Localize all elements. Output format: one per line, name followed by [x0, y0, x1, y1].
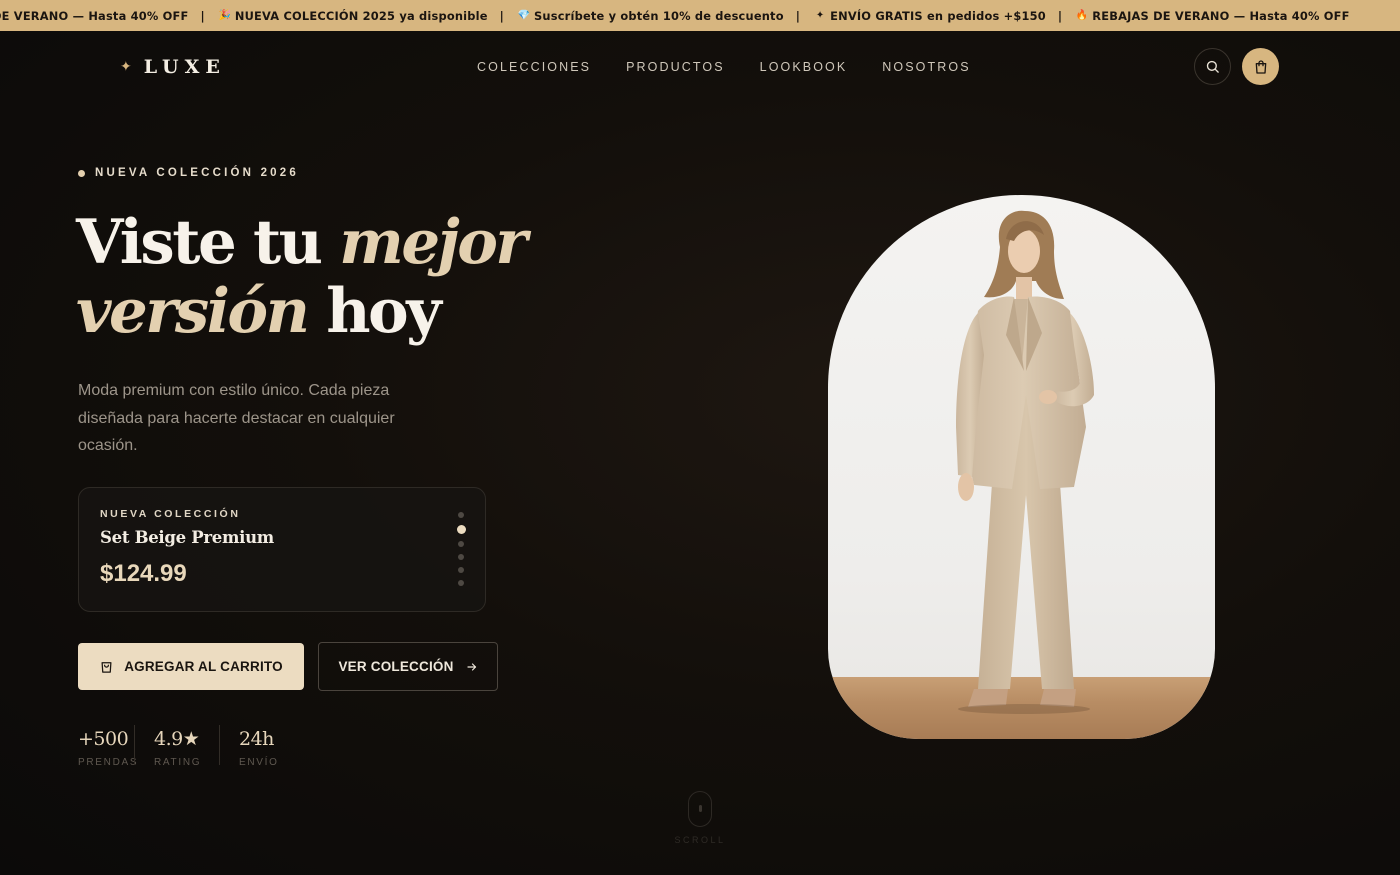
slide-dot-active[interactable]	[456, 525, 466, 534]
fire-icon: 🔥	[1075, 10, 1089, 21]
ticker-separator: |	[200, 8, 205, 23]
stat-rating: 4.9★ RATING	[154, 725, 219, 771]
stat-label: RATING	[154, 757, 202, 768]
ticker-item-text: Suscríbete y obtén 10% de descuento	[534, 8, 784, 23]
slide-dot[interactable]	[458, 567, 464, 573]
stat-envio: 24h ENVÍO	[239, 725, 299, 771]
shopping-bag-icon	[101, 662, 112, 673]
stat-label: PRENDAS	[78, 757, 139, 768]
featured-product-card[interactable]: NUEVA COLECCIÓN Set Beige Premium $124.9…	[78, 487, 486, 612]
hero-headline: Viste tu mejor versión hoy	[76, 208, 596, 346]
cart-button[interactable]	[1242, 48, 1279, 85]
add-to-cart-button[interactable]: AGREGAR AL CARRITO	[78, 643, 304, 690]
search-button[interactable]	[1194, 48, 1231, 85]
ticker-item-text: NUEVA COLECCIÓN 2025 ya disponible	[234, 8, 488, 23]
nav-link-lookbook[interactable]: LOOKBOOK	[760, 60, 848, 74]
hero-stats: +500 PRENDAS 4.9★ RATING 24h ENVÍO	[78, 725, 299, 771]
ticker-separator: |	[499, 8, 505, 23]
arrow-right-icon	[466, 662, 476, 671]
slide-dot[interactable]	[458, 512, 464, 518]
eyebrow-dot	[78, 169, 85, 177]
headline-part-2: hoy	[326, 276, 441, 347]
ticker-item: DE VERANO — Hasta 40% OFF	[0, 9, 189, 23]
shopping-bag-icon	[1255, 59, 1266, 74]
slide-dot[interactable]	[458, 580, 464, 586]
slide-dot[interactable]	[458, 541, 464, 547]
hero-image	[828, 195, 1215, 739]
scroll-indicator[interactable]: SCROLL	[675, 791, 725, 845]
ticker-separator: |	[795, 8, 801, 23]
ticker-item: 💎 Suscríbete y obtén 10% de descuento	[516, 9, 784, 23]
stat-divider	[134, 725, 135, 765]
ticker-item: 🎉 NUEVA COLECCIÓN 2025 ya disponible	[217, 9, 488, 23]
party-popper-icon: 🎉	[218, 10, 232, 21]
card-eyebrow: NUEVA COLECCIÓN	[100, 508, 241, 520]
stat-value: +500	[78, 728, 129, 750]
main-nav: COLECCIONES PRODUCTOS LOOKBOOK NOSOTROS	[477, 58, 971, 76]
hero-description: Moda premium con estilo único. Cada piez…	[78, 382, 395, 454]
announcement-ticker: DE VERANO — Hasta 40% OFF | 🎉 NUEVA COLE…	[0, 0, 1400, 31]
stat-prendas: +500 PRENDAS	[78, 725, 139, 771]
ticker-item-text: ENVÍO GRATIS en pedidos +$150	[830, 8, 1046, 23]
stat-divider	[219, 725, 220, 765]
scroll-label: SCROLL	[674, 835, 726, 845]
gem-icon: 💎	[517, 10, 531, 21]
model-figure	[956, 210, 1094, 714]
ticker-item-text: REBAJAS DE VERANO — Hasta 40% OFF	[1092, 8, 1350, 23]
sparkle-icon: ✦	[815, 10, 825, 21]
slide-dot[interactable]	[458, 554, 464, 560]
nav-link-nosotros[interactable]: NOSOTROS	[882, 60, 970, 74]
ticker-separator: |	[1057, 8, 1063, 23]
headline-part-1: Viste tu	[76, 207, 323, 278]
brand-logo[interactable]: ✦ LUXE	[120, 55, 226, 79]
view-collection-button[interactable]: VER COLECCIÓN	[318, 642, 498, 691]
search-icon	[1206, 60, 1219, 73]
ticker-item-text: DE VERANO — Hasta 40% OFF	[0, 8, 189, 23]
mouse-wheel	[698, 805, 702, 812]
ticker-track: DE VERANO — Hasta 40% OFF | 🎉 NUEVA COLE…	[0, 0, 1350, 31]
headline-highlight-1: mejor	[339, 207, 527, 278]
ticker-item: ✦ ENVÍO GRATIS en pedidos +$150	[812, 9, 1046, 23]
logo-text: LUXE	[143, 56, 226, 78]
stat-label: ENVÍO	[239, 757, 279, 768]
add-to-cart-label: AGREGAR AL CARRITO	[124, 659, 283, 674]
stat-value: 4.9★	[154, 728, 200, 750]
ticker-item: 🔥 REBAJAS DE VERANO — Hasta 40% OFF	[1074, 8, 1350, 23]
slide-indicators	[456, 512, 466, 586]
sparkle-icon: ✦	[120, 59, 132, 75]
nav-link-colecciones[interactable]: COLECCIONES	[477, 60, 591, 74]
nav-link-productos[interactable]: PRODUCTOS	[626, 60, 725, 74]
product-price: $124.99	[100, 560, 187, 587]
headline-highlight-2: versión	[76, 276, 310, 347]
view-collection-label: VER COLECCIÓN	[338, 659, 454, 674]
eyebrow-text: NUEVA COLECCIÓN 2026	[95, 167, 299, 179]
hero-eyebrow: NUEVA COLECCIÓN 2026	[78, 164, 299, 182]
product-name: Set Beige Premium	[100, 528, 274, 547]
mouse-icon	[688, 791, 712, 827]
stat-value: 24h	[239, 728, 274, 750]
